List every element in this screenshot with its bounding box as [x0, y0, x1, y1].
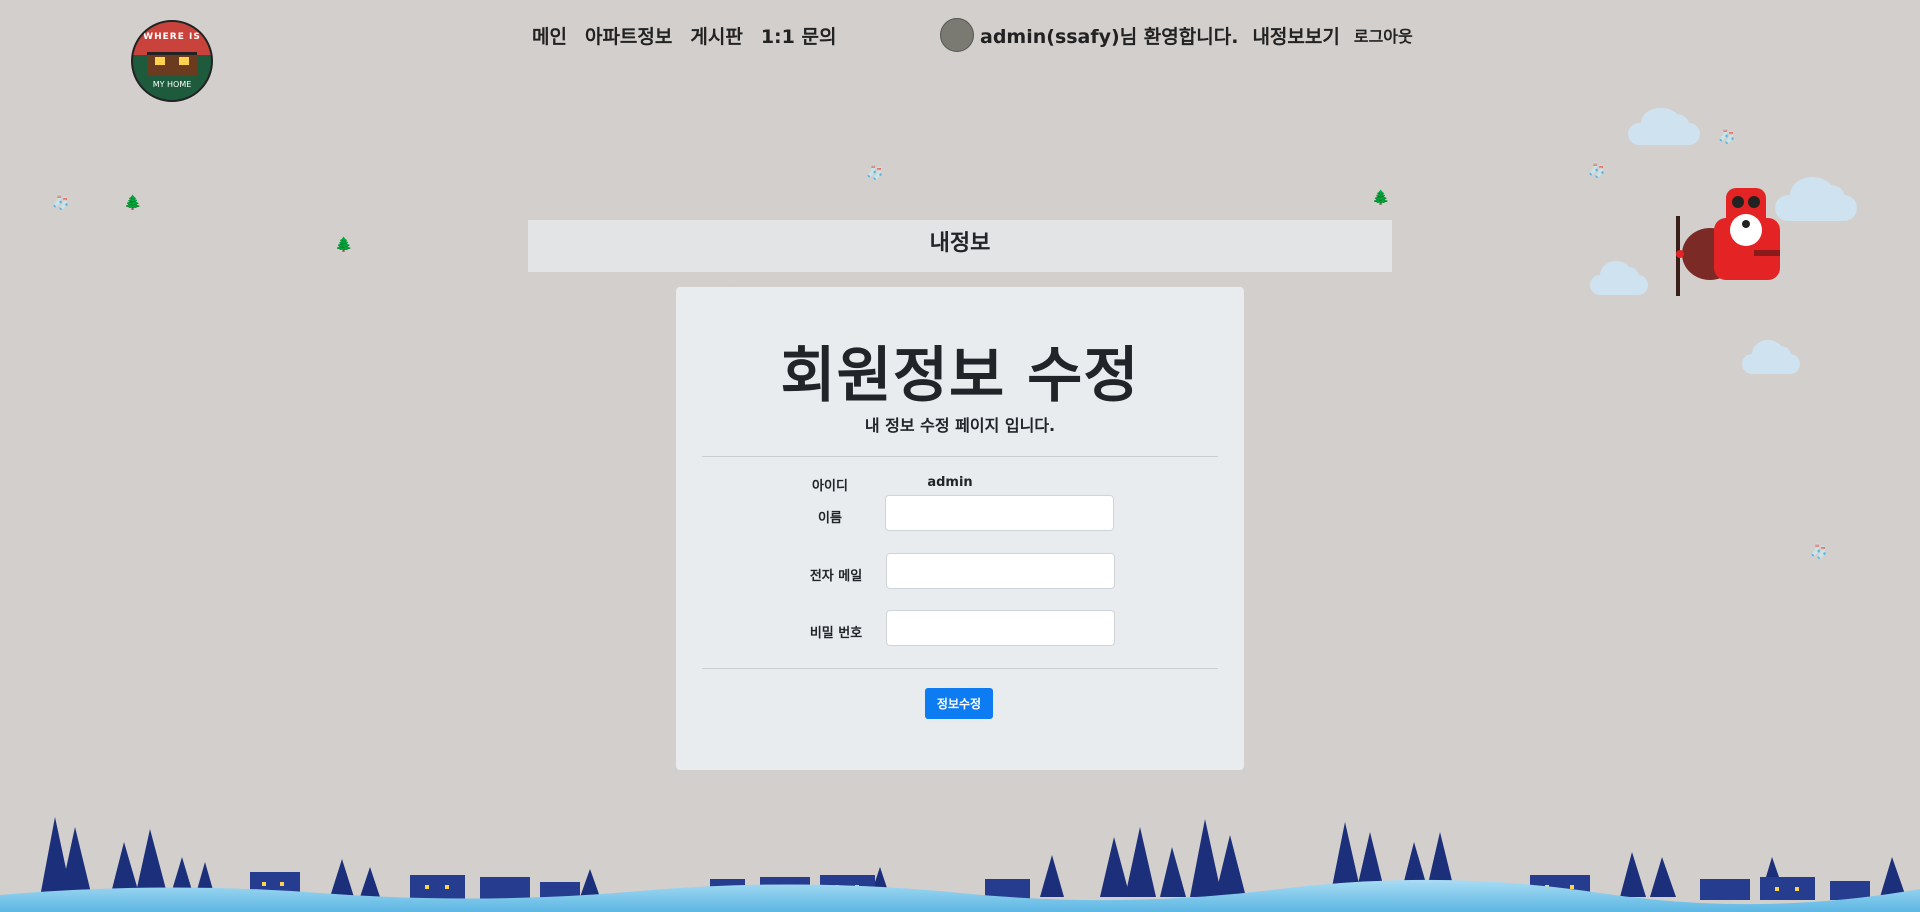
profile-edit-card: 회원정보 수정 내 정보 수정 페이지 입니다. 아이디 admin 이름 전자…: [676, 287, 1244, 770]
tree-icon: 🌲: [124, 195, 142, 211]
id-label: 아이디: [812, 479, 848, 494]
stocking-icon: 🧦: [866, 165, 884, 181]
divider: [702, 668, 1218, 669]
name-input[interactable]: [885, 495, 1114, 531]
my-info-link[interactable]: 내정보보기: [1252, 22, 1339, 49]
nav-apartment-info[interactable]: 아파트정보: [585, 22, 672, 49]
stocking-icon: 🧦: [1718, 129, 1736, 145]
welcome-text: admin(ssafy)님 환영합니다.: [980, 25, 1239, 48]
password-input[interactable]: [886, 610, 1115, 646]
avatar: [940, 18, 974, 52]
logo-window: [179, 57, 189, 65]
tree-icon: 🌲: [335, 237, 353, 253]
main-nav: 메인 아파트정보 게시판 1:1 문의: [532, 22, 836, 49]
form-subtitle: 내 정보 수정 페이지 입니다.: [864, 416, 1056, 435]
tree-icon: 🌲: [1372, 190, 1390, 206]
page-title: 내정보: [929, 231, 991, 256]
nav-main[interactable]: 메인: [532, 22, 567, 49]
user-menu: admin(ssafy)님 환영합니다. 내정보보기 로그아웃: [940, 18, 1413, 52]
site-logo[interactable]: WHERE IS MY HOME: [131, 20, 213, 102]
page-header-band: 내정보: [528, 220, 1392, 272]
email-label: 전자 메일: [809, 569, 863, 584]
password-label: 비밀 번호: [809, 626, 863, 641]
nav-inquiry[interactable]: 1:1 문의: [761, 22, 837, 49]
user-welcome-group: admin(ssafy)님 환영합니다.: [940, 18, 1238, 52]
santa-plane-icon: [1676, 188, 1780, 296]
stocking-icon: 🧦: [52, 195, 70, 211]
stocking-icon: 🧦: [1810, 544, 1828, 560]
cloud: [1590, 261, 1648, 295]
logo-text-top: WHERE IS: [143, 32, 201, 42]
id-value: admin: [927, 475, 973, 490]
logo-text-bottom: MY HOME: [152, 80, 192, 89]
cloud: [1775, 176, 1857, 221]
nav-board[interactable]: 게시판: [690, 22, 742, 49]
form-title: 회원정보 수정: [780, 341, 1140, 411]
stocking-icon: 🧦: [1588, 163, 1606, 179]
divider: [702, 456, 1218, 457]
logout-link[interactable]: 로그아웃: [1354, 23, 1413, 47]
email-input[interactable]: [886, 553, 1115, 589]
winter-village-scenery: [0, 817, 1920, 912]
logo-window: [155, 57, 165, 65]
cloud: [1628, 107, 1700, 145]
cloud: [1742, 340, 1800, 374]
update-info-button[interactable]: 정보수정: [925, 688, 993, 719]
name-label: 이름: [818, 511, 842, 526]
